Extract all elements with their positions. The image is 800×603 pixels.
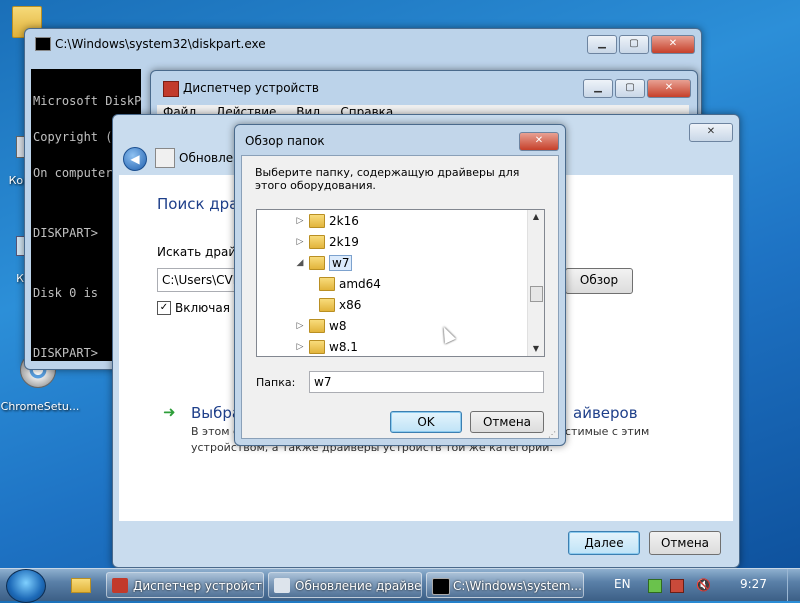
tree-item-label: 2k16	[329, 213, 359, 228]
tree-item[interactable]: amd64	[319, 273, 381, 294]
folder-label: Папка:	[256, 376, 296, 389]
taskbar-item-driver-update[interactable]: Обновление драйве...	[268, 572, 422, 598]
back-arrow-icon[interactable]: ◀	[123, 147, 147, 171]
folder-tree[interactable]: ▷ 2k16 ▷ 2k19 ◢ w7 amd64 x86 ▷ w8 ▷ w8.1…	[256, 209, 545, 357]
close-button[interactable]: ✕	[519, 132, 559, 151]
device-status-icon[interactable]	[670, 579, 684, 593]
browse-description: Выберите папку, содержащую драйверы для …	[255, 166, 520, 192]
tree-item-label: 2k19	[329, 234, 359, 249]
resize-grip-icon[interactable]: ⋰	[548, 430, 556, 439]
ok-button[interactable]: OK	[390, 411, 462, 433]
browse-cancel-button[interactable]: Отмена	[470, 411, 544, 433]
maximize-button[interactable]: ▢	[615, 79, 645, 98]
pick-driver-link-right[interactable]: айверов	[573, 404, 638, 422]
folder-icon	[309, 255, 325, 270]
minimize-button[interactable]: ▁	[583, 79, 613, 98]
expand-icon[interactable]: ▷	[295, 216, 305, 226]
cmd-icon	[432, 578, 450, 595]
taskbar: Диспетчер устройств Обновление драйве...…	[0, 568, 800, 603]
taskbar-item-label: Диспетчер устройств	[133, 579, 264, 593]
minimize-button[interactable]: ▁	[587, 35, 617, 54]
explorer-taskbar-icon[interactable]	[62, 573, 98, 597]
tree-item[interactable]: ▷ w8.1	[295, 336, 358, 356]
device-manager-icon	[112, 578, 128, 593]
close-button[interactable]: ✕	[647, 79, 691, 98]
tree-item[interactable]: ▷ 2k19	[295, 231, 359, 252]
folder-icon	[71, 578, 91, 593]
devmgr-title: Диспетчер устройств	[183, 81, 320, 95]
devmgr-caption-buttons: ▁ ▢ ✕	[581, 79, 691, 98]
folder-icon	[309, 318, 325, 333]
taskbar-item-label: Обновление драйве...	[295, 579, 422, 593]
next-button[interactable]: Далее	[568, 531, 640, 555]
folder-icon	[319, 276, 335, 291]
wizard-title: Обновлен	[179, 151, 242, 165]
wizard-cancel-button[interactable]: Отмена	[649, 531, 721, 555]
close-button[interactable]: ✕	[689, 123, 733, 142]
cmd-titlebar[interactable]: C:\Windows\system32\diskpart.exe ▁ ▢ ✕	[25, 29, 701, 57]
folder-icon	[309, 234, 325, 249]
start-button[interactable]	[6, 569, 46, 603]
desktop-icon-label: ChromeSetu...	[0, 400, 80, 413]
scroll-up-icon[interactable]: ▲	[528, 210, 544, 224]
taskbar-item-label: C:\Windows\system...	[453, 579, 582, 593]
taskbar-item-cmd[interactable]: C:\Windows\system...	[426, 572, 584, 598]
devmgr-icon	[163, 81, 179, 97]
tree-item-label: w7	[329, 254, 353, 271]
network-status-icon[interactable]	[648, 579, 662, 593]
folder-input[interactable]: w7	[309, 371, 544, 393]
tree-item-label: amd64	[339, 276, 381, 291]
scroll-thumb[interactable]	[530, 286, 543, 302]
wizard-icon	[155, 148, 175, 168]
browse-dialog-title: Обзор папок	[245, 134, 325, 148]
folder-icon	[309, 339, 325, 354]
cmd-caption-buttons: ▁ ▢ ✕	[585, 35, 695, 54]
green-arrow-icon: ➜	[163, 403, 176, 421]
collapse-icon[interactable]: ◢	[295, 258, 305, 268]
tree-scrollbar[interactable]: ▲ ▼	[527, 210, 544, 356]
language-indicator[interactable]: EN	[614, 577, 631, 591]
scroll-down-icon[interactable]: ▼	[528, 342, 544, 356]
folder-icon	[309, 213, 325, 228]
folder-icon	[319, 297, 335, 312]
wizard-caption-buttons: ✕	[687, 123, 733, 142]
maximize-button[interactable]: ▢	[619, 35, 649, 54]
expand-icon[interactable]: ▷	[295, 237, 305, 247]
console-line: Microsoft DiskP	[33, 94, 141, 108]
tree-item-label: w8	[329, 318, 347, 333]
browse-button[interactable]: Обзор	[565, 268, 633, 294]
volume-muted-icon[interactable]: 🔇	[696, 578, 711, 592]
pick-desc-left: В этом с	[191, 425, 240, 438]
pick-desc-right: стимые с этим	[565, 425, 650, 438]
tree-item[interactable]: ▷ w8	[295, 315, 346, 336]
tree-item-label: x86	[339, 297, 362, 312]
show-desktop-button[interactable]	[787, 569, 800, 601]
include-subfolders-checkbox[interactable]: ✓	[157, 301, 171, 315]
close-button[interactable]: ✕	[651, 35, 695, 54]
expand-icon[interactable]: ▷	[295, 342, 305, 352]
tree-item-label: w8.1	[329, 339, 358, 354]
cmd-window-icon	[35, 37, 51, 51]
cmd-window-title: C:\Windows\system32\diskpart.exe	[55, 37, 266, 51]
tree-item[interactable]: ▷ 2k16	[295, 210, 359, 231]
driver-update-icon	[274, 578, 290, 593]
expand-icon[interactable]: ▷	[295, 321, 305, 331]
taskbar-item-device-manager[interactable]: Диспетчер устройств	[106, 572, 264, 598]
clock[interactable]: 9:27	[740, 577, 767, 591]
tree-item-selected[interactable]: ◢ w7	[295, 252, 353, 273]
tree-item[interactable]: x86	[319, 294, 361, 315]
